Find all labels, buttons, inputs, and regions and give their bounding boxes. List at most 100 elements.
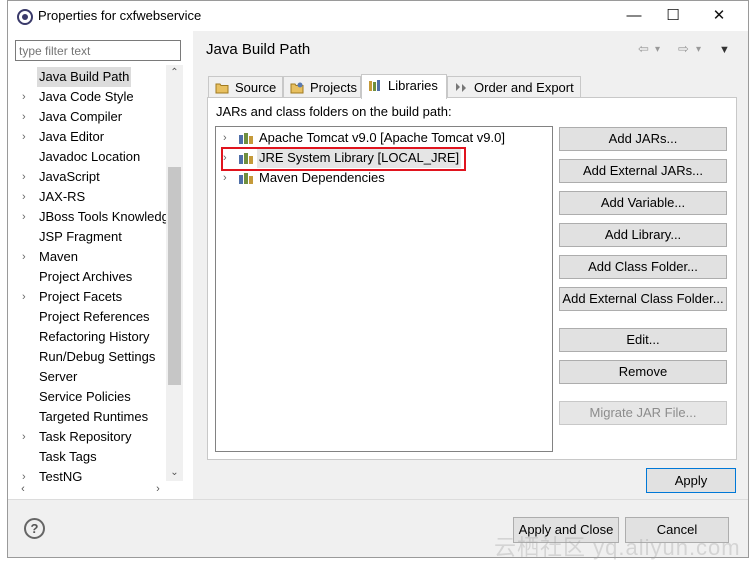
tree-item[interactable]: › Project Facets bbox=[8, 287, 168, 307]
back-arrow-icon[interactable]: ⇦ bbox=[638, 41, 649, 57]
list-item[interactable]: › Maven Dependencies bbox=[216, 168, 546, 188]
expand-chevron-icon[interactable]: › bbox=[223, 168, 227, 188]
scroll-up-icon[interactable]: ⌃ bbox=[166, 65, 183, 81]
tree-item-label: JSP Fragment bbox=[39, 229, 122, 244]
add-jars-button[interactable]: Add JARs... bbox=[559, 127, 727, 151]
title-bar: Properties for cxfwebservice — ☐ ✕ bbox=[8, 1, 748, 31]
tree-vertical-scrollbar[interactable]: ⌃ ⌄ bbox=[166, 65, 183, 481]
library-list[interactable]: › Apache Tomcat v9.0 [Apache Tomcat v9.0… bbox=[215, 126, 553, 452]
tab-projects[interactable]: Projects bbox=[283, 76, 361, 99]
tree-item-label: Service Policies bbox=[39, 389, 131, 404]
migrate-jar-button[interactable]: Migrate JAR File... bbox=[559, 401, 727, 425]
tree-horizontal-scrollbar[interactable]: ‹ › bbox=[15, 481, 166, 498]
add-library-button[interactable]: Add Library... bbox=[559, 223, 727, 247]
order-export-icon bbox=[456, 83, 466, 92]
footer-divider bbox=[8, 499, 748, 500]
tree-item-label: Task Repository bbox=[39, 429, 132, 444]
add-external-jars-button[interactable]: Add External JARs... bbox=[559, 159, 727, 183]
remove-button[interactable]: Remove bbox=[559, 360, 727, 384]
tree-item-label: Java Compiler bbox=[39, 109, 123, 124]
tree-item[interactable]: JSP Fragment bbox=[8, 227, 168, 247]
close-button[interactable]: ✕ bbox=[696, 1, 742, 31]
tree-item[interactable]: › Maven bbox=[8, 247, 168, 267]
tab-order-and-export[interactable]: Order and Export bbox=[447, 76, 581, 99]
expand-chevron-icon[interactable]: › bbox=[22, 207, 32, 227]
apply-button[interactable]: Apply bbox=[646, 468, 736, 493]
forward-arrow-icon[interactable]: ⇨ bbox=[678, 41, 689, 57]
tree-item-label: JBoss Tools Knowledge bbox=[39, 209, 168, 224]
tree-item[interactable]: › JAX-RS bbox=[8, 187, 168, 207]
help-icon[interactable]: ? bbox=[24, 518, 45, 539]
tree-item-label: Targeted Runtimes bbox=[39, 409, 149, 424]
tree-item[interactable]: Server bbox=[8, 367, 168, 387]
expand-chevron-icon[interactable]: › bbox=[22, 167, 32, 187]
tree-item[interactable]: Run/Debug Settings bbox=[8, 347, 168, 367]
tree-item-label: JAX-RS bbox=[39, 189, 86, 204]
tree-item-label: Java Editor bbox=[39, 129, 105, 144]
tab-source[interactable]: Source bbox=[208, 76, 283, 99]
tree-item[interactable]: › JBoss Tools Knowledge bbox=[8, 207, 168, 227]
highlight-annotation bbox=[221, 147, 466, 171]
view-menu-icon[interactable]: ▼ bbox=[719, 44, 730, 56]
tree-item[interactable]: Javadoc Location bbox=[8, 147, 168, 167]
tree-item[interactable]: › Java Editor bbox=[8, 127, 168, 147]
add-external-class-folder-button[interactable]: Add External Class Folder... bbox=[559, 287, 727, 311]
library-label: Apache Tomcat v9.0 [Apache Tomcat v9.0] bbox=[259, 130, 505, 145]
add-class-folder-button[interactable]: Add Class Folder... bbox=[559, 255, 727, 279]
projects-icon bbox=[290, 82, 304, 94]
expand-chevron-icon[interactable]: › bbox=[22, 467, 32, 481]
tree-item-label: TestNG bbox=[39, 469, 83, 481]
scroll-down-icon[interactable]: ⌄ bbox=[166, 465, 183, 481]
folder-icon bbox=[215, 83, 229, 94]
scroll-thumb[interactable] bbox=[168, 167, 181, 385]
add-variable-button[interactable]: Add Variable... bbox=[559, 191, 727, 215]
tree-item-label: JavaScript bbox=[39, 169, 100, 184]
tree-item[interactable]: Task Tags bbox=[8, 447, 168, 467]
scroll-right-icon[interactable]: › bbox=[150, 481, 166, 498]
filter-input[interactable] bbox=[15, 40, 181, 61]
watermark: 云栖社区 yq.aliyun.com bbox=[494, 535, 741, 560]
expand-chevron-icon[interactable]: › bbox=[22, 107, 32, 127]
tree-item-label: Refactoring History bbox=[39, 329, 150, 344]
expand-chevron-icon[interactable]: › bbox=[22, 187, 32, 207]
tab-source-label: Source bbox=[235, 80, 277, 95]
tree-item[interactable]: › Java Compiler bbox=[8, 107, 168, 127]
tree-item-label: Server bbox=[39, 369, 78, 384]
tab-order-and-export-label: Order and Export bbox=[474, 80, 574, 95]
tree-item-label: Run/Debug Settings bbox=[39, 349, 156, 364]
forward-menu-chevron-icon[interactable]: ▾ bbox=[696, 44, 701, 55]
expand-chevron-icon[interactable]: › bbox=[22, 127, 32, 147]
tree-item-label: Maven bbox=[39, 249, 79, 264]
tree-item-label: Project References bbox=[39, 309, 150, 324]
expand-chevron-icon[interactable]: › bbox=[22, 87, 32, 107]
window-title: Properties for cxfwebservice bbox=[38, 8, 202, 23]
tree-item-label: Javadoc Location bbox=[39, 149, 141, 164]
tree-item-label: Java Build Path bbox=[37, 67, 132, 87]
expand-chevron-icon[interactable]: › bbox=[22, 427, 32, 447]
expand-chevron-icon[interactable]: › bbox=[223, 128, 227, 148]
libraries-icon bbox=[369, 80, 380, 91]
maximize-button[interactable]: ☐ bbox=[650, 1, 696, 31]
tree-item-label: Project Facets bbox=[39, 289, 123, 304]
tree-item[interactable]: › Java Code Style bbox=[8, 87, 168, 107]
tree-item[interactable]: Java Build Path bbox=[8, 67, 168, 87]
expand-chevron-icon[interactable]: › bbox=[22, 247, 32, 267]
list-item[interactable]: › Apache Tomcat v9.0 [Apache Tomcat v9.0… bbox=[216, 128, 546, 148]
tree-item[interactable]: Project References bbox=[8, 307, 168, 327]
tree-item[interactable]: Refactoring History bbox=[8, 327, 168, 347]
tree-item[interactable]: › TestNG bbox=[8, 467, 168, 481]
expand-chevron-icon[interactable]: › bbox=[22, 287, 32, 307]
edit-button[interactable]: Edit... bbox=[559, 328, 727, 352]
properties-dialog: Properties for cxfwebservice — ☐ ✕ Java … bbox=[7, 0, 749, 558]
scroll-left-icon[interactable]: ‹ bbox=[15, 481, 31, 498]
build-path-label: JARs and class folders on the build path… bbox=[216, 104, 452, 119]
tree-item[interactable]: Project Archives bbox=[8, 267, 168, 287]
back-menu-chevron-icon[interactable]: ▾ bbox=[655, 44, 660, 55]
tab-libraries[interactable]: Libraries bbox=[361, 74, 447, 99]
library-icon bbox=[239, 133, 253, 144]
tree-item[interactable]: Service Policies bbox=[8, 387, 168, 407]
tree-item-label: Project Archives bbox=[39, 269, 133, 284]
tree-item[interactable]: Targeted Runtimes bbox=[8, 407, 168, 427]
tree-item[interactable]: › JavaScript bbox=[8, 167, 168, 187]
tree-item[interactable]: › Task Repository bbox=[8, 427, 168, 447]
